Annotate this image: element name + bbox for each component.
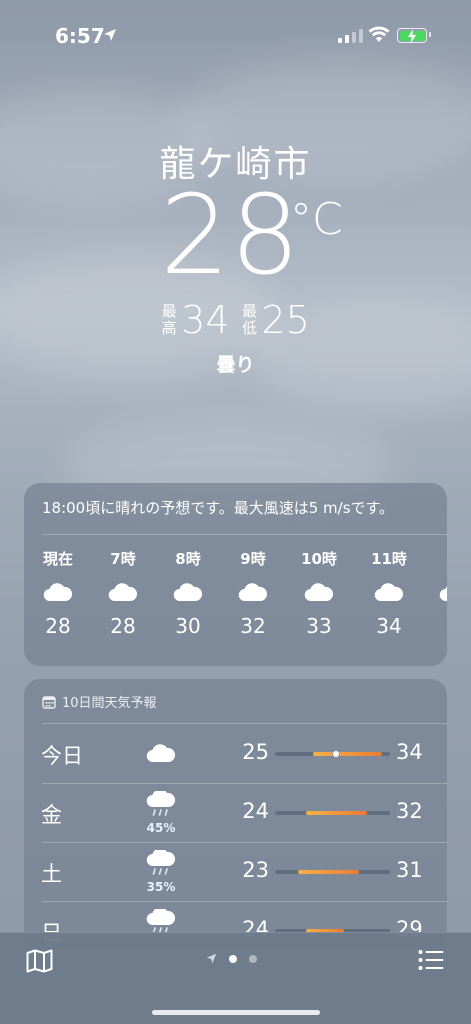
rain-cloud-icon — [146, 789, 176, 816]
precip-chance: 35% — [146, 880, 176, 894]
cloud-icon — [304, 583, 334, 602]
day-high: 32 — [396, 799, 423, 823]
temp-range-bar — [313, 752, 383, 756]
home-indicator[interactable] — [152, 1010, 320, 1015]
high-temperature: 最高 34 — [161, 298, 230, 342]
day-label: 今日 — [41, 744, 83, 768]
hour-temp: 3 — [429, 614, 447, 638]
day-label: 金 — [41, 803, 62, 827]
daily-row[interactable]: 金 45% 24 32 — [24, 783, 447, 842]
day-weather — [139, 743, 183, 767]
hour-temp: 33 — [306, 614, 332, 638]
hour-temp: 28 — [45, 614, 71, 638]
day-high: 31 — [396, 858, 423, 882]
day-low: 23 — [242, 858, 269, 882]
hour-label: 現在 — [42, 550, 73, 568]
cloud-icon — [108, 583, 138, 602]
current-temp-dot — [332, 750, 341, 758]
battery-icon — [397, 28, 431, 44]
hour-temp: 34 — [376, 614, 402, 638]
cloud-icon — [146, 744, 176, 763]
wifi-icon — [368, 26, 390, 42]
hour-label: 10時 — [301, 550, 337, 568]
cloud-icon — [173, 583, 203, 602]
hour-label: 9時 — [240, 550, 266, 568]
hour-item: 8時 30 — [163, 548, 213, 638]
hour-label: 11時 — [371, 550, 407, 568]
rain-cloud-icon — [146, 848, 176, 875]
hourly-scroll[interactable]: 現在 28 7時 28 8時 30 9時 32 10時 33 11時 34 1 … — [24, 548, 447, 658]
temp-range-track — [275, 811, 390, 815]
hour-temp: 28 — [110, 614, 136, 638]
cellular-signal-icon — [338, 29, 363, 43]
divider — [42, 534, 447, 535]
day-low: 25 — [242, 740, 269, 764]
temp-range-track — [275, 870, 390, 874]
temp-range-track — [275, 750, 390, 758]
page-indicator[interactable] — [206, 953, 257, 964]
hour-temp: 32 — [240, 614, 266, 638]
hour-item: 1 3 — [429, 548, 447, 638]
daily-forecast-card[interactable]: 10日間天気予報 今日 25 34 金 45% 24 32 土 35% 23 3… — [24, 679, 447, 949]
hour-label: 1 — [429, 548, 447, 570]
low-label: 最低 — [241, 302, 257, 337]
high-value: 34 — [181, 298, 230, 342]
hour-label: 8時 — [175, 550, 201, 568]
day-label: 土 — [41, 862, 62, 886]
low-value: 25 — [261, 298, 310, 342]
hour-item: 10時 33 — [294, 548, 344, 638]
day-high: 34 — [396, 740, 423, 764]
daily-header: 10日間天気予報 — [42, 692, 157, 711]
bottom-toolbar — [0, 932, 471, 1024]
forecast-summary: 18:00頃に晴れの予想です。最大風速は5 m/sです。 — [42, 499, 395, 517]
high-low: 最高 34 最低 25 — [0, 298, 471, 342]
cloud-icon — [43, 583, 73, 602]
hour-item: 7時 28 — [98, 548, 148, 638]
status-bar: 6:57 — [0, 0, 471, 66]
current-temperature: 28 — [160, 171, 300, 299]
daily-row[interactable]: 今日 25 34 — [24, 724, 447, 783]
location-arrow-icon — [104, 29, 116, 41]
hour-label: 7時 — [110, 550, 136, 568]
status-time: 6:57 — [55, 24, 105, 48]
page-dot — [249, 954, 257, 963]
precip-chance: 45% — [146, 821, 176, 835]
list-icon[interactable] — [418, 949, 444, 971]
page-dot-active — [229, 954, 237, 963]
temp-range-bar — [298, 870, 360, 874]
day-weather: 45% — [139, 789, 183, 835]
hour-item: 11時 34 — [364, 548, 414, 638]
cloud-icon — [439, 586, 447, 602]
calendar-icon — [42, 695, 56, 709]
high-label: 最高 — [161, 302, 177, 337]
cloud-icon — [374, 583, 404, 602]
map-icon[interactable] — [26, 949, 53, 973]
daily-row[interactable]: 土 35% 23 31 — [24, 842, 447, 901]
hour-item: 9時 32 — [228, 548, 278, 638]
condition-text: 曇り — [216, 354, 255, 376]
daily-header-label: 10日間天気予報 — [62, 696, 157, 711]
day-low: 24 — [242, 799, 269, 823]
low-temperature: 最低 25 — [242, 298, 310, 342]
temp-range-bar — [305, 811, 367, 815]
hour-item: 現在 28 — [33, 548, 83, 638]
hour-temp: 30 — [175, 614, 201, 638]
temperature-unit: °C — [290, 194, 343, 245]
day-weather: 35% — [139, 848, 183, 894]
cloud-icon — [238, 583, 268, 602]
location-arrow-icon — [206, 953, 217, 964]
